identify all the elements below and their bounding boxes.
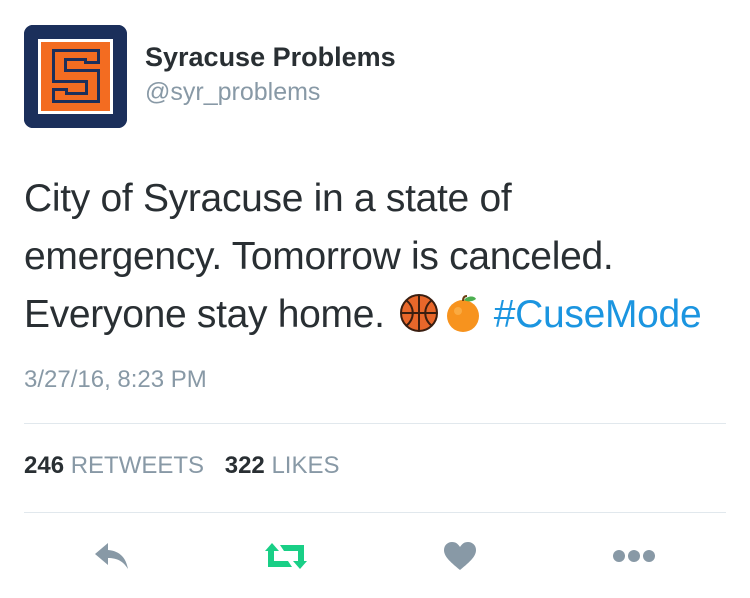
basketball-icon: [399, 293, 439, 333]
avatar[interactable]: [24, 25, 127, 128]
orange-icon: [443, 293, 483, 333]
likes-label: LIKES: [271, 452, 340, 479]
retweets-stat[interactable]: 246 RETWEETS: [24, 452, 211, 479]
divider: [24, 423, 726, 424]
hashtag-link[interactable]: #CuseMode: [494, 293, 702, 336]
divider: [24, 512, 726, 513]
timestamp[interactable]: 3/27/16, 8:23 PM: [24, 366, 207, 394]
like-icon: [444, 542, 476, 570]
tweet-line-text: Everyone stay home.: [24, 293, 385, 336]
reply-button[interactable]: [92, 538, 132, 574]
user-handle[interactable]: @syr_problems: [145, 78, 320, 107]
engagement-stats: 246 RETWEETS 322 LIKES: [24, 452, 354, 480]
more-button[interactable]: [612, 538, 656, 574]
like-button[interactable]: [442, 538, 478, 574]
more-icon: [613, 550, 655, 562]
tweet-line: emergency. Tomorrow is canceled.: [24, 235, 614, 278]
tweet-text: City of Syracuse in a state of emergency…: [24, 170, 744, 344]
tweet-line: City of Syracuse in a state of: [24, 177, 512, 220]
retweets-count: 246: [24, 452, 65, 479]
retweet-button[interactable]: [262, 538, 310, 574]
tweet-line: Everyone stay home. #CuseMode: [24, 286, 744, 344]
reply-icon: [95, 543, 128, 569]
syracuse-s-logo-icon: [24, 25, 127, 128]
retweets-label: RETWEETS: [70, 452, 205, 479]
likes-stat[interactable]: 322 LIKES: [225, 452, 340, 479]
likes-count: 322: [224, 452, 265, 479]
retweet-icon: [265, 543, 307, 569]
display-name[interactable]: Syracuse Problems: [145, 42, 396, 73]
